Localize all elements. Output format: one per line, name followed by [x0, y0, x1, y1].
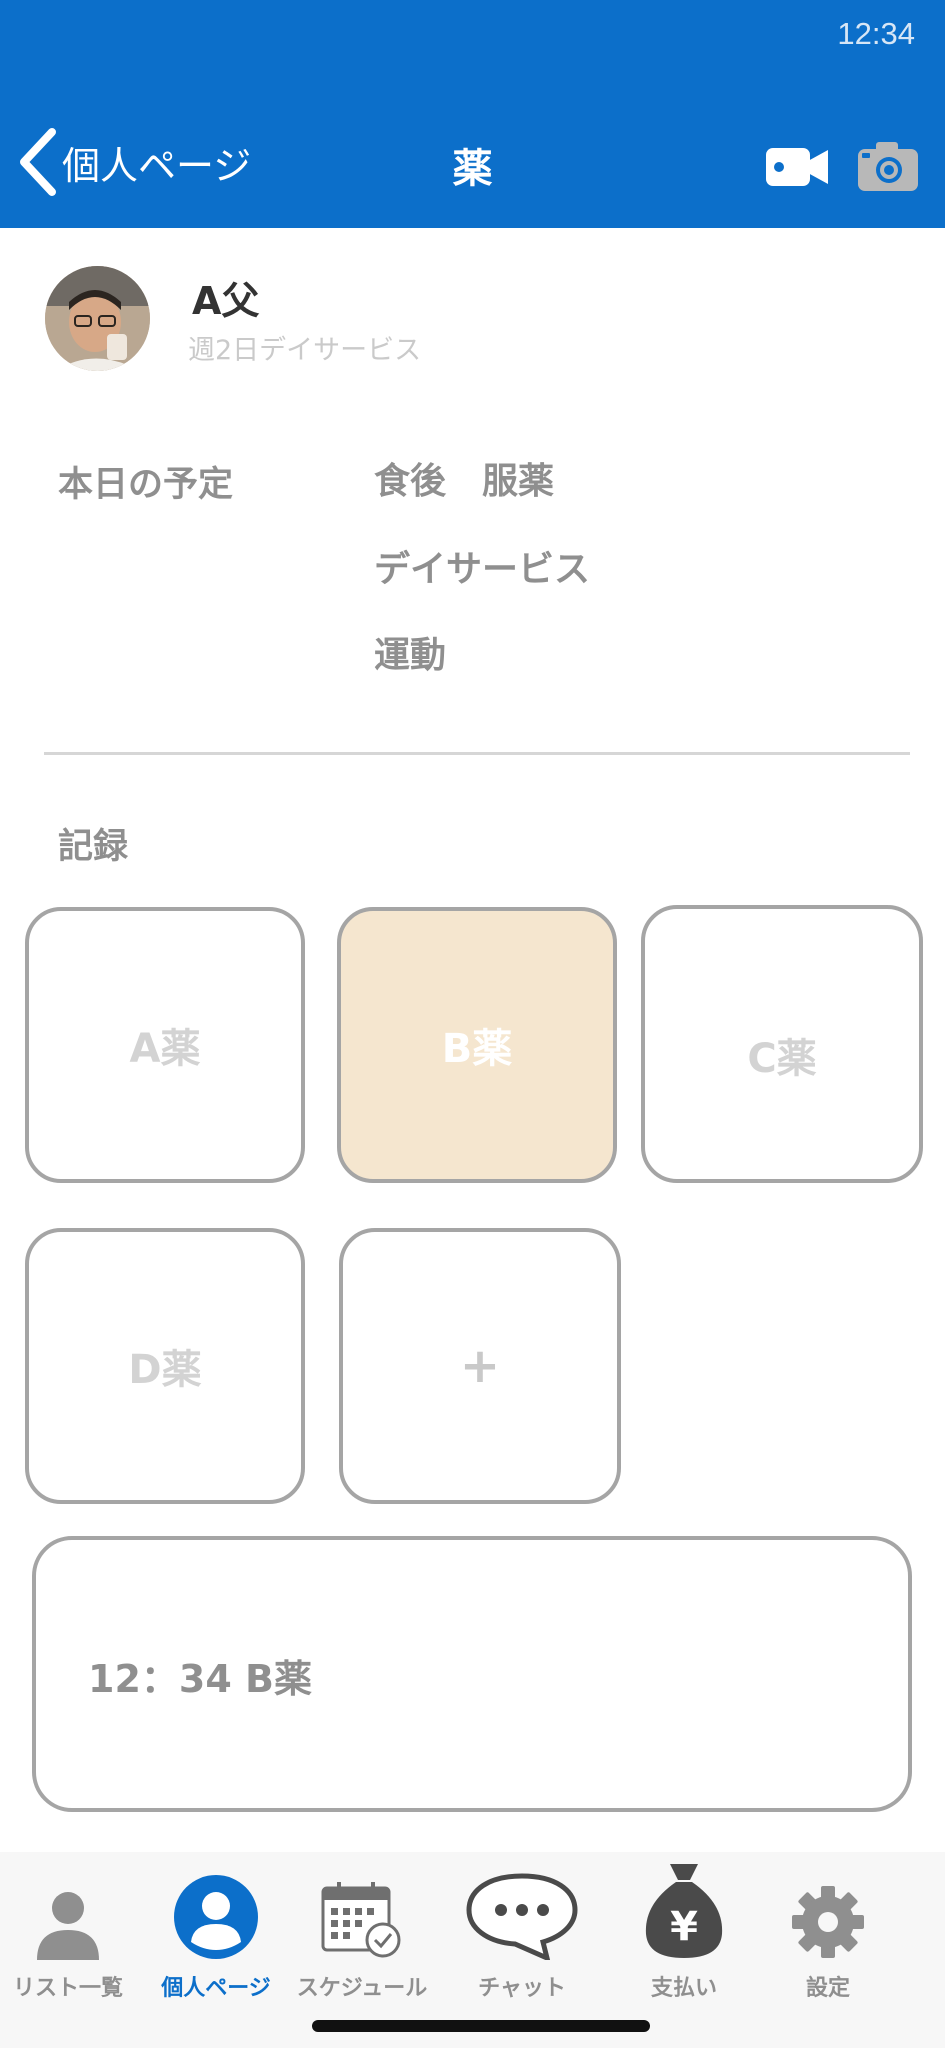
status-time: 12:34	[837, 16, 915, 51]
video-camera-icon[interactable]	[764, 142, 830, 192]
tab-label: 支払い	[650, 1976, 717, 2001]
tab-list[interactable]: リスト一覧	[0, 1852, 136, 2002]
record-label: 記録	[58, 827, 129, 867]
person-circle-icon	[173, 1852, 259, 1960]
avatar	[45, 266, 150, 371]
tab-personal-page[interactable]: 個人ページ	[146, 1852, 286, 2002]
tab-label: 設定	[805, 1976, 850, 2001]
chat-bubble-icon	[463, 1852, 581, 1960]
yen-bag-icon: ¥	[642, 1852, 726, 1960]
profile-subtitle: 週2日デイサービス	[188, 335, 422, 366]
gear-icon	[790, 1852, 866, 1960]
tab-label: スケジュール	[296, 1976, 428, 2001]
medicine-button-a[interactable]: A薬	[25, 907, 305, 1183]
tab-label: チャット	[478, 1976, 566, 2001]
schedule-item: 運動	[374, 635, 447, 676]
log-entry: 12：34 B薬	[88, 1657, 312, 1701]
tab-payment[interactable]: ¥ 支払い	[616, 1852, 752, 2002]
tab-bar: リスト一覧 個人ページ スケジュール チャット ¥ 支払い 設定	[0, 1852, 945, 2048]
tab-label: 個人ページ	[161, 1976, 271, 2001]
medicine-button-d[interactable]: D薬	[25, 1228, 305, 1504]
profile-name: A父	[192, 279, 260, 323]
app-header: 12:34 個人ページ 薬	[0, 0, 945, 228]
home-indicator	[312, 2020, 650, 2032]
tab-chat[interactable]: チャット	[452, 1852, 592, 2002]
tab-label: リスト一覧	[12, 1976, 123, 2001]
person-icon	[35, 1852, 101, 1960]
add-medicine-button[interactable]: +	[339, 1228, 621, 1504]
schedule-item: 食後 服薬	[374, 461, 555, 502]
camera-icon[interactable]	[856, 138, 920, 194]
schedule-item: デイサービス	[374, 549, 591, 590]
record-log: 12：34 B薬	[32, 1536, 912, 1812]
medicine-button-c[interactable]: C薬	[641, 905, 923, 1183]
tab-settings[interactable]: 設定	[760, 1852, 896, 2002]
tab-schedule[interactable]: スケジュール	[290, 1852, 434, 2002]
svg-text:¥: ¥	[670, 1904, 698, 1950]
schedule-label: 本日の予定	[58, 465, 234, 505]
calendar-check-icon	[319, 1852, 405, 1960]
divider	[44, 752, 910, 755]
medicine-button-b[interactable]: B薬	[337, 907, 617, 1183]
